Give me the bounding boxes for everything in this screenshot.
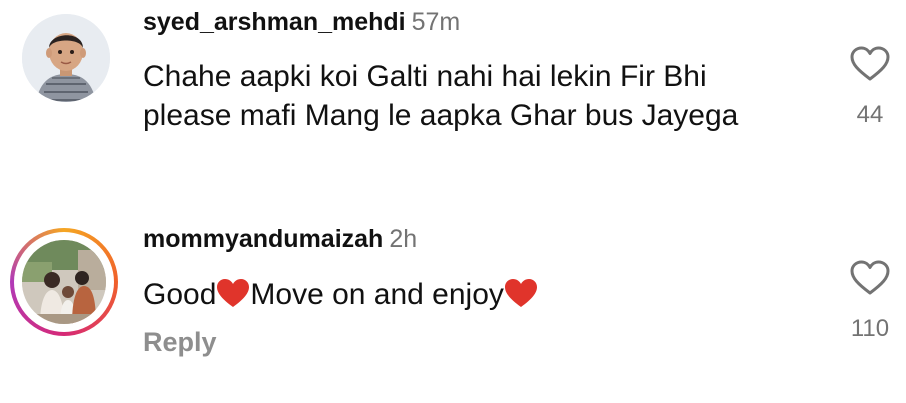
comment-username[interactable]: mommyandumaizah 2h bbox=[143, 225, 417, 254]
comment-text-part: Good bbox=[143, 278, 217, 311]
comment-text: Good Move on and enjoy bbox=[143, 275, 803, 314]
red-heart-emoji-icon bbox=[217, 279, 250, 307]
comment-timestamp: 2h bbox=[389, 225, 418, 253]
comment-text-part: Move on and enjoy bbox=[250, 278, 504, 311]
comments-panel: syed_arshman_mehdi 57m Chahe aapki koi Ga… bbox=[0, 0, 906, 403]
avatar[interactable] bbox=[22, 14, 110, 102]
heart-outline-icon bbox=[850, 260, 890, 295]
reply-button[interactable]: Reply bbox=[143, 327, 217, 358]
username-text[interactable]: syed_arshman_mehdi bbox=[143, 8, 406, 36]
like-button[interactable] bbox=[850, 260, 890, 296]
red-heart-emoji-icon bbox=[504, 279, 537, 307]
comment-text: Chahe aapki koi Galti nahi hai lekin Fir… bbox=[143, 60, 739, 132]
like-count: 110 bbox=[850, 315, 890, 342]
comment-timestamp: 57m bbox=[411, 8, 461, 36]
child-photo-avatar bbox=[22, 14, 110, 102]
username-text[interactable]: mommyandumaizah bbox=[143, 225, 383, 253]
comment-item: mommyandumaizah 2h Good Move on and enjoy … bbox=[0, 215, 906, 403]
comment-item: syed_arshman_mehdi 57m Chahe aapki koi Ga… bbox=[0, 0, 906, 200]
like-count: 44 bbox=[856, 101, 884, 128]
heart-outline-icon bbox=[850, 46, 890, 81]
comment-username[interactable]: syed_arshman_mehdi 57m bbox=[143, 8, 460, 37]
like-button[interactable] bbox=[850, 46, 890, 82]
